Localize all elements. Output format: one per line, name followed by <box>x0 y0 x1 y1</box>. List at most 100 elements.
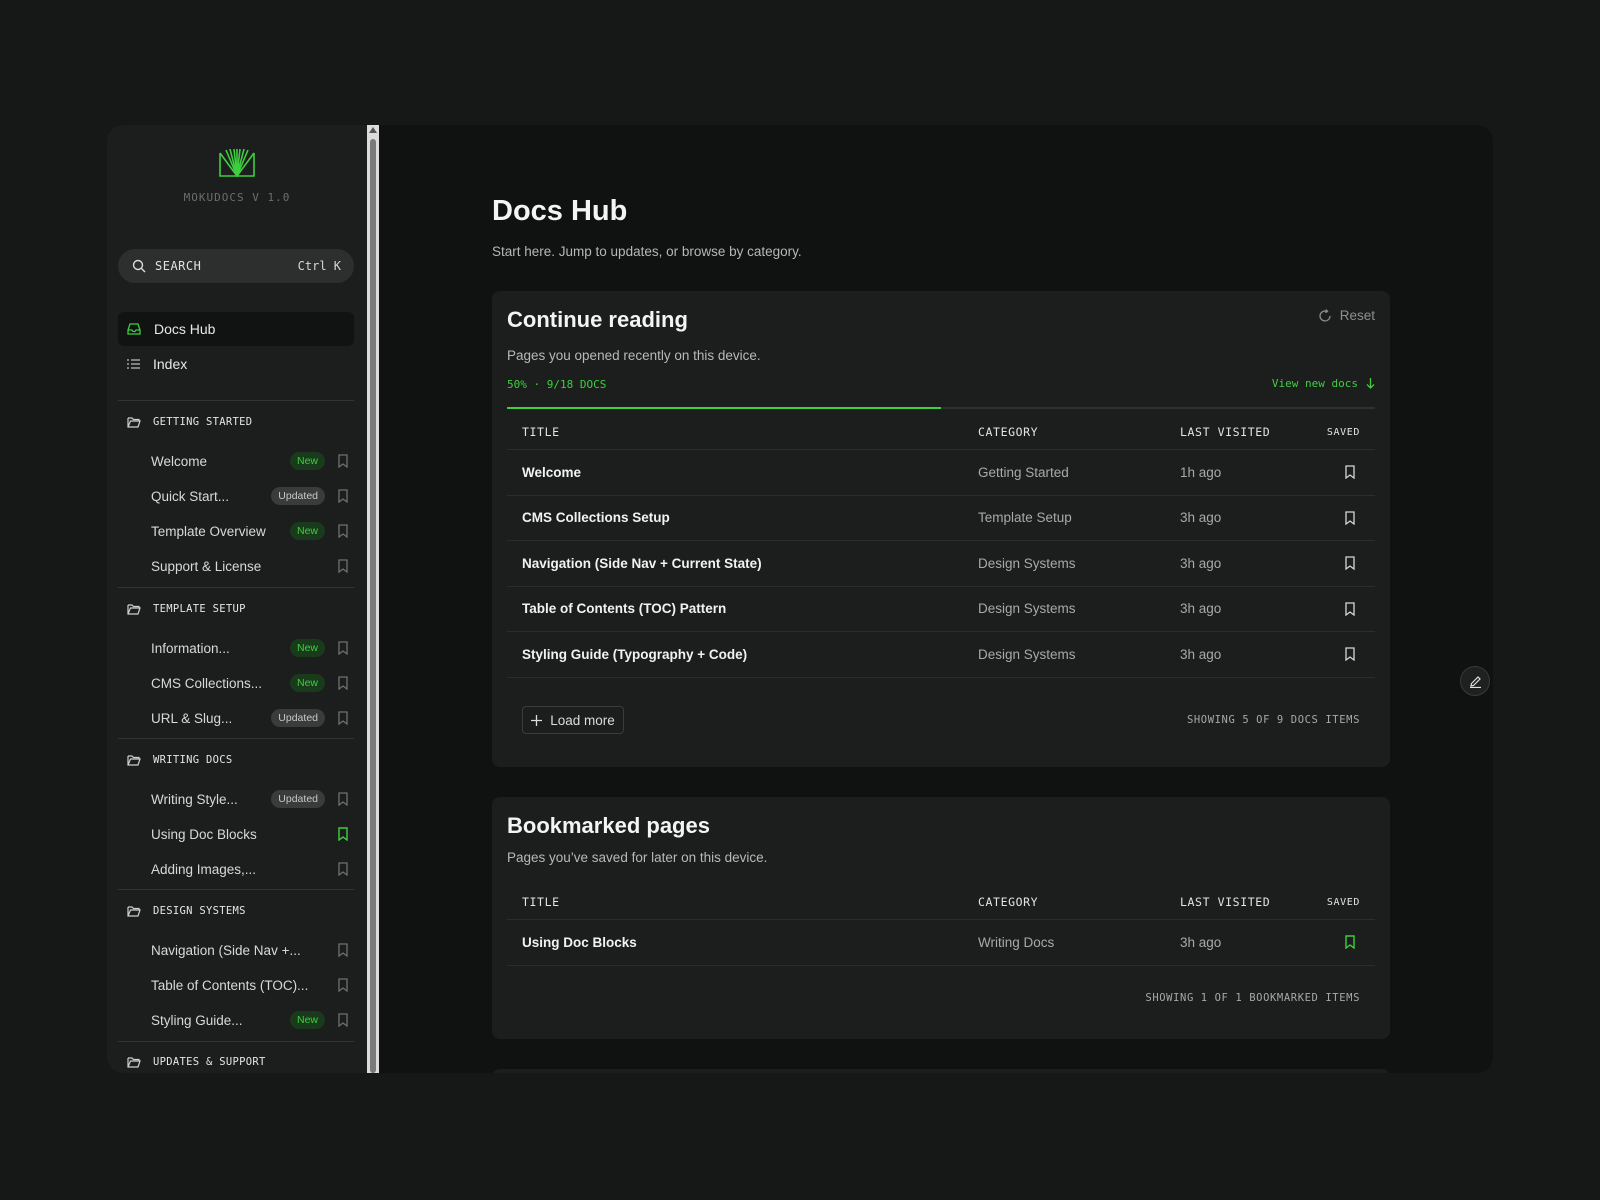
nav-doc-toc[interactable]: Table of Contents (TOC)... <box>151 973 349 997</box>
bookmark-icon[interactable] <box>337 641 349 655</box>
bookmark-icon[interactable] <box>337 1013 349 1027</box>
doc-label: Navigation (Side Nav +... <box>151 942 301 958</box>
nav-docs-hub[interactable]: Docs Hub <box>118 312 354 346</box>
main-content: Docs Hub Start here. Jump to updates, or… <box>379 125 1493 1073</box>
table-header: TITLE CATEGORY LAST VISITED SAVED <box>507 885 1375 920</box>
card-subtitle: Pages you’ve saved for later on this dev… <box>507 850 768 865</box>
column-header-title[interactable]: TITLE <box>522 885 560 919</box>
nav-doc-url-slug[interactable]: URL & Slug... Updated <box>151 706 349 730</box>
table-header: TITLE CATEGORY LAST VISITED SAVED <box>507 415 1375 450</box>
divider <box>118 1041 354 1042</box>
bookmark-icon[interactable] <box>1344 587 1356 632</box>
row-title[interactable]: Navigation (Side Nav + Current State) <box>522 541 762 586</box>
edit-button[interactable] <box>1460 666 1490 696</box>
row-title[interactable]: Table of Contents (TOC) Pattern <box>522 587 726 632</box>
section-writing-docs[interactable]: WRITING DOCS <box>118 750 354 770</box>
bookmark-icon[interactable] <box>1344 496 1356 541</box>
table-row[interactable]: Navigation (Side Nav + Current State) De… <box>507 541 1375 587</box>
row-title[interactable]: CMS Collections Setup <box>522 496 670 541</box>
list-icon <box>127 359 140 369</box>
bookmark-icon[interactable] <box>337 862 349 876</box>
row-category: Getting Started <box>978 464 1069 480</box>
bookmark-icon[interactable] <box>1344 632 1356 677</box>
section-title: GETTING STARTED <box>153 416 253 428</box>
nav-doc-welcome[interactable]: Welcome New <box>151 449 349 473</box>
section-title: DESIGN SYSTEMS <box>153 905 246 917</box>
section-title: UPDATES & SUPPORT <box>153 1056 266 1068</box>
refresh-icon <box>1319 308 1331 322</box>
progress-bar <box>507 407 1375 409</box>
continue-reading-card: Continue reading Reset Pages you opened … <box>492 291 1390 767</box>
bookmark-icon[interactable] <box>337 676 349 690</box>
row-title[interactable]: Styling Guide (Typography + Code) <box>522 632 747 677</box>
view-new-docs-link[interactable]: View new docs <box>1272 377 1375 390</box>
doc-label: Information... <box>151 640 230 656</box>
row-category: Design Systems <box>978 555 1076 571</box>
bookmark-icon[interactable] <box>337 454 349 468</box>
doc-label: Adding Images,... <box>151 861 257 877</box>
column-header-title[interactable]: TITLE <box>522 415 560 449</box>
bookmark-icon[interactable] <box>337 559 349 573</box>
nav-doc-cms-collections[interactable]: CMS Collections... New <box>151 671 349 695</box>
column-header-category[interactable]: CATEGORY <box>978 885 1038 919</box>
reset-button[interactable]: Reset <box>1318 308 1375 323</box>
nav-doc-quick-start[interactable]: Quick Start... Updated <box>151 484 349 508</box>
nav-doc-navigation[interactable]: Navigation (Side Nav +... <box>151 938 349 962</box>
card-title: Bookmarked pages <box>507 813 710 838</box>
bookmark-icon[interactable] <box>337 711 349 725</box>
table-row[interactable]: Styling Guide (Typography + Code) Design… <box>507 632 1375 678</box>
scroll-up-arrow-icon[interactable] <box>369 127 377 133</box>
load-more-label: Load more <box>550 712 615 728</box>
doc-label: Styling Guide... <box>151 1012 243 1028</box>
scrollbar-thumb[interactable] <box>370 139 376 1073</box>
load-more-button[interactable]: Load more <box>522 706 624 734</box>
folder-icon <box>127 416 141 428</box>
status-badge: Updated <box>271 487 325 505</box>
row-last-visited: 1h ago <box>1180 464 1222 480</box>
bookmark-filled-icon[interactable] <box>337 827 349 841</box>
nav-doc-writing-style[interactable]: Writing Style... Updated <box>151 787 349 811</box>
brand[interactable]: MOKUDOCS V 1.0 <box>107 149 367 204</box>
nav-index[interactable]: Index <box>118 347 354 381</box>
table-row[interactable]: CMS Collections Setup Template Setup 3h … <box>507 496 1375 541</box>
column-header-category[interactable]: CATEGORY <box>978 415 1038 449</box>
view-new-label: View new docs <box>1271 377 1358 390</box>
bookmarked-pages-card: Bookmarked pages Pages you’ve saved for … <box>492 797 1390 1039</box>
table-row[interactable]: Using Doc Blocks Writing Docs 3h ago <box>507 920 1375 966</box>
bookmark-icon[interactable] <box>337 489 349 503</box>
sidebar-scrollbar[interactable] <box>367 125 379 1073</box>
showing-count: SHOWING 1 OF 1 BOOKMARKED ITEMS <box>1145 992 1360 1004</box>
column-header-saved[interactable]: SAVED <box>1327 885 1360 919</box>
bookmark-icon[interactable] <box>1344 450 1356 495</box>
table-row[interactable]: Table of Contents (TOC) Pattern Design S… <box>507 587 1375 632</box>
row-last-visited: 3h ago <box>1180 646 1222 662</box>
section-design-systems[interactable]: DESIGN SYSTEMS <box>118 901 354 921</box>
plus-icon <box>531 714 543 726</box>
nav-doc-support-license[interactable]: Support & License <box>151 554 349 578</box>
bookmark-icon[interactable] <box>337 943 349 957</box>
table-row[interactable]: Welcome Getting Started 1h ago <box>507 450 1375 496</box>
nav-doc-styling-guide[interactable]: Styling Guide... New <box>151 1008 349 1032</box>
nav-doc-adding-images[interactable]: Adding Images,... <box>151 857 349 881</box>
section-getting-started[interactable]: GETTING STARTED <box>118 412 354 432</box>
nav-doc-template-overview[interactable]: Template Overview New <box>151 519 349 543</box>
showing-count: SHOWING 5 OF 9 DOCS ITEMS <box>1186 714 1360 726</box>
section-template-setup[interactable]: TEMPLATE SETUP <box>118 599 354 619</box>
bookmark-icon[interactable] <box>337 792 349 806</box>
column-header-last-visited[interactable]: LAST VISITED <box>1180 415 1270 449</box>
search-shortcut: Ctrl K <box>297 259 341 273</box>
column-header-last-visited[interactable]: LAST VISITED <box>1180 885 1270 919</box>
row-title[interactable]: Using Doc Blocks <box>522 920 637 965</box>
doc-label: Quick Start... <box>151 488 230 504</box>
bookmark-icon[interactable] <box>337 524 349 538</box>
bookmark-icon[interactable] <box>1344 541 1356 586</box>
nav-doc-using-doc-blocks[interactable]: Using Doc Blocks <box>151 822 349 846</box>
search-input[interactable]: SEARCH Ctrl K <box>118 249 354 283</box>
row-category: Design Systems <box>978 646 1076 662</box>
nav-doc-information[interactable]: Information... New <box>151 636 349 660</box>
section-updates-support[interactable]: UPDATES & SUPPORT <box>118 1052 354 1072</box>
bookmark-icon[interactable] <box>337 978 349 992</box>
row-title[interactable]: Welcome <box>522 450 581 495</box>
column-header-saved[interactable]: SAVED <box>1327 415 1360 449</box>
bookmark-filled-icon[interactable] <box>1344 920 1356 965</box>
